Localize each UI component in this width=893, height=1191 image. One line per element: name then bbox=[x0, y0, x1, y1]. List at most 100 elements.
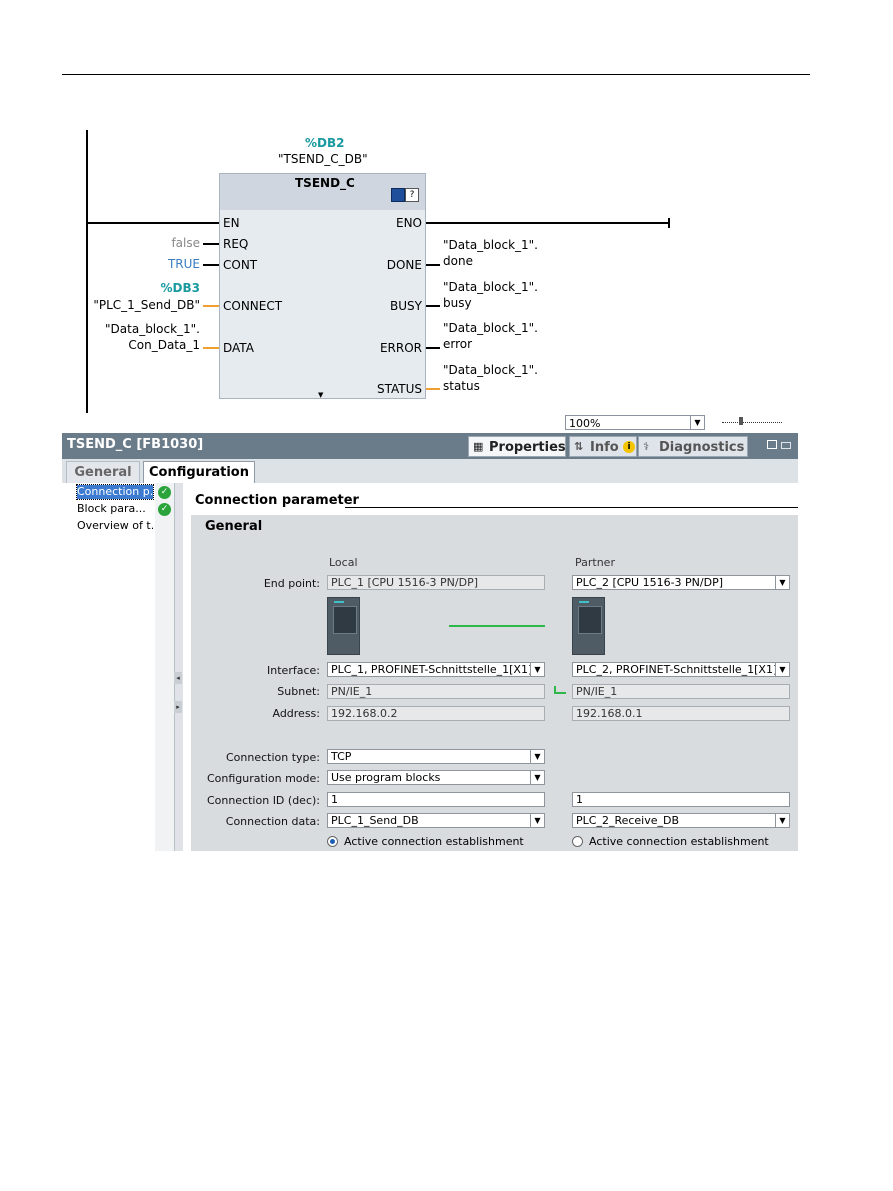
nav-item-connection-parameter[interactable]: Connection p... bbox=[76, 484, 154, 500]
section-rule bbox=[345, 507, 798, 508]
info-icon: ⇅ bbox=[574, 440, 584, 453]
eno-wire-end bbox=[668, 218, 670, 228]
subtab-general[interactable]: General bbox=[66, 461, 140, 483]
zoom-slider[interactable] bbox=[722, 421, 782, 423]
properties-icon: ▦ bbox=[473, 440, 484, 453]
connection-type-value: TCP bbox=[331, 750, 352, 763]
partner-active-establishment-label: Active connection establishment bbox=[589, 835, 769, 848]
connect-db-number: %DB3 bbox=[160, 281, 200, 295]
partner-connection-id-input[interactable]: 1 bbox=[572, 792, 790, 807]
check-icon: ✓ bbox=[158, 503, 171, 516]
zoom-select[interactable]: 100% ▼ bbox=[565, 415, 705, 430]
block-open-icon[interactable] bbox=[391, 188, 405, 202]
tab-diagnostics[interactable]: ⚕ Diagnostics bbox=[638, 436, 748, 457]
local-end-point-field: PLC_1 [CPU 1516-3 PN/DP] bbox=[327, 575, 545, 590]
data-operand-line2[interactable]: Con_Data_1 bbox=[60, 338, 200, 352]
done-operand-line1[interactable]: "Data_block_1". bbox=[443, 238, 538, 252]
en-wire bbox=[88, 222, 219, 224]
busy-operand-line1[interactable]: "Data_block_1". bbox=[443, 280, 538, 294]
local-interface-value: PLC_1, PROFINET-Schnittstelle_1[X1] bbox=[331, 663, 533, 676]
chevron-down-icon[interactable]: ▼ bbox=[775, 576, 789, 589]
cont-operand[interactable]: TRUE bbox=[120, 257, 200, 271]
partner-subnet-field: PN/IE_1 bbox=[572, 684, 790, 699]
req-operand[interactable]: false bbox=[120, 236, 200, 250]
pin-status: STATUS bbox=[376, 382, 422, 396]
data-wire bbox=[203, 347, 219, 349]
local-plc-device-icon bbox=[327, 597, 360, 655]
pin-eno: ENO bbox=[395, 216, 422, 230]
tab-diagnostics-label: Diagnostics bbox=[659, 440, 745, 455]
chevron-down-icon[interactable]: ▼ bbox=[775, 814, 789, 827]
partner-connection-data-select[interactable]: PLC_2_Receive_DB ▼ bbox=[572, 813, 790, 828]
panel-layout-icon[interactable] bbox=[781, 442, 791, 449]
connection-type-label: Connection type: bbox=[225, 751, 320, 764]
page-below-figure bbox=[0, 851, 893, 1191]
data-operand-line1[interactable]: "Data_block_1". bbox=[60, 322, 200, 336]
busy-operand-line2[interactable]: busy bbox=[443, 296, 472, 310]
pin-cont: CONT bbox=[223, 258, 258, 272]
tab-properties[interactable]: ▦ Properties bbox=[468, 436, 566, 457]
nav-item-overview[interactable]: Overview of t... bbox=[77, 519, 153, 533]
chevron-down-icon[interactable]: ▼ bbox=[530, 814, 544, 827]
configuration-mode-select[interactable]: Use program blocks ▼ bbox=[327, 770, 545, 785]
info-badge-icon: i bbox=[623, 441, 635, 453]
status-operand-line1[interactable]: "Data_block_1". bbox=[443, 363, 538, 377]
chevron-down-icon[interactable]: ▼ bbox=[690, 416, 704, 429]
local-interface-select[interactable]: PLC_1, PROFINET-Schnittstelle_1[X1] ▼ bbox=[327, 662, 545, 677]
local-address-field: 192.168.0.2 bbox=[327, 706, 545, 721]
busy-wire bbox=[426, 305, 440, 307]
partner-end-point-select[interactable]: PLC_2 [CPU 1516-3 PN/DP] ▼ bbox=[572, 575, 790, 590]
done-wire bbox=[426, 264, 440, 266]
end-point-label: End point: bbox=[263, 577, 320, 590]
chevron-down-icon[interactable]: ▼ bbox=[530, 771, 544, 784]
chevron-down-icon[interactable]: ▼ bbox=[530, 750, 544, 763]
partner-connection-data-value: PLC_2_Receive_DB bbox=[576, 814, 680, 827]
nav-item-block-parameter[interactable]: Block para... bbox=[77, 502, 153, 516]
chevron-down-icon[interactable]: ▼ bbox=[530, 663, 544, 676]
zoom-value: 100% bbox=[569, 417, 601, 430]
configuration-mode-label: Configuration mode: bbox=[207, 772, 320, 785]
address-label: Address: bbox=[272, 707, 320, 720]
instance-db-name[interactable]: "TSEND_C_DB" bbox=[278, 152, 368, 166]
zoom-slider-handle[interactable] bbox=[739, 417, 743, 425]
pin-data: DATA bbox=[223, 341, 254, 355]
chevron-down-icon[interactable]: ▼ bbox=[775, 663, 789, 676]
restore-window-icon[interactable] bbox=[767, 440, 777, 449]
local-active-establishment-label: Active connection establishment bbox=[344, 835, 524, 848]
check-icon: ✓ bbox=[158, 486, 171, 499]
local-connection-id-input[interactable]: 1 bbox=[327, 792, 545, 807]
expand-arrow-icon[interactable]: ▼ bbox=[318, 391, 323, 399]
partner-address-field: 192.168.0.1 bbox=[572, 706, 790, 721]
done-operand-line2[interactable]: done bbox=[443, 254, 473, 268]
partner-interface-value: PLC_2, PROFINET-Schnittstelle_1[X1] bbox=[576, 663, 778, 676]
configuration-mode-value: Use program blocks bbox=[331, 771, 441, 784]
connect-wire bbox=[203, 305, 219, 307]
connection-id-label: Connection ID (dec): bbox=[206, 794, 320, 807]
function-block-name: TSEND_C bbox=[295, 176, 355, 190]
tab-properties-label: Properties bbox=[489, 440, 566, 455]
req-wire bbox=[203, 243, 219, 245]
status-wire bbox=[426, 388, 440, 390]
status-operand-line2[interactable]: status bbox=[443, 379, 480, 393]
connection-line bbox=[449, 625, 545, 627]
partner-plc-device-icon bbox=[572, 597, 605, 655]
column-local: Local bbox=[329, 556, 358, 569]
connect-operand[interactable]: "PLC_1_Send_DB" bbox=[60, 298, 200, 312]
connection-type-select[interactable]: TCP ▼ bbox=[327, 749, 545, 764]
tab-info[interactable]: ⇅ Info i bbox=[569, 436, 637, 457]
page-header-rule bbox=[62, 74, 810, 75]
local-connection-data-select[interactable]: PLC_1_Send_DB ▼ bbox=[327, 813, 545, 828]
error-wire bbox=[426, 347, 440, 349]
subtab-configuration[interactable]: Configuration bbox=[143, 461, 255, 483]
eno-wire bbox=[426, 222, 670, 224]
inspector-title: TSEND_C [FB1030] bbox=[67, 437, 204, 452]
pin-en: EN bbox=[223, 216, 240, 230]
partner-active-establishment-radio[interactable] bbox=[572, 836, 583, 847]
tab-info-label: Info bbox=[590, 440, 619, 455]
error-operand-line1[interactable]: "Data_block_1". bbox=[443, 321, 538, 335]
error-operand-line2[interactable]: error bbox=[443, 337, 472, 351]
pin-connect: CONNECT bbox=[223, 299, 283, 313]
block-info-icon[interactable]: ? bbox=[405, 188, 419, 202]
local-active-establishment-radio[interactable] bbox=[327, 836, 338, 847]
partner-interface-select[interactable]: PLC_2, PROFINET-Schnittstelle_1[X1] ▼ bbox=[572, 662, 790, 677]
